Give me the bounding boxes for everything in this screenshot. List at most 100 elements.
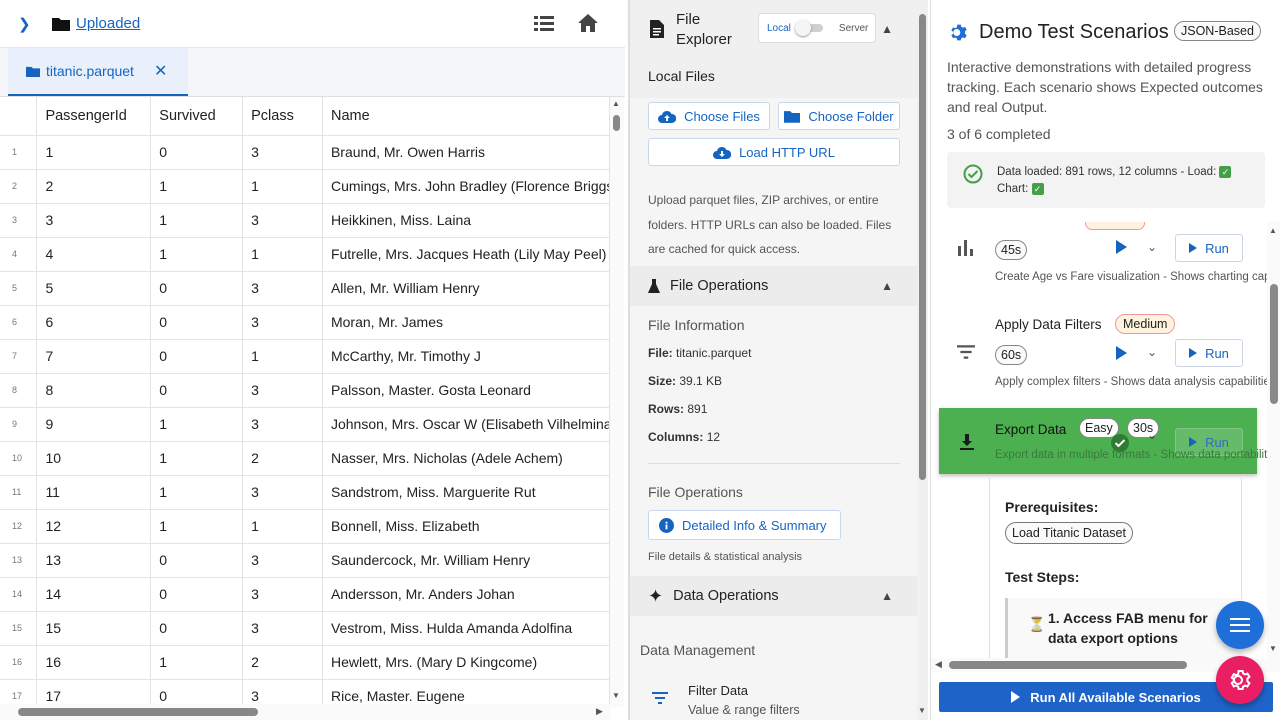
cell-survived[interactable]: 0 [150,339,244,374]
cell-survived[interactable]: 0 [150,611,244,646]
cell-passengerid[interactable]: 2 [36,169,152,204]
cell-survived[interactable]: 0 [150,679,244,705]
cell-pclass[interactable]: 3 [242,611,323,646]
scroll-down-icon[interactable]: ▼ [918,706,926,715]
table-row[interactable]: 14 14 0 3 Andersson, Mr. Anders Johan [0,577,610,612]
table-row[interactable]: 3 3 1 3 Heikkinen, Miss. Laina [0,203,610,238]
chevron-up-icon[interactable]: ▲ [881,589,893,603]
cell-name[interactable]: Nasser, Mrs. Nicholas (Adele Achem) [322,441,610,476]
vertical-scrollbar[interactable]: ▼ [917,0,928,720]
table-row[interactable]: 5 5 0 3 Allen, Mr. William Henry [0,271,610,306]
cell-survived[interactable]: 0 [150,305,244,340]
cell-survived[interactable]: 1 [150,407,244,442]
cell-survived[interactable]: 0 [150,271,244,306]
table-row[interactable]: 13 13 0 3 Saundercock, Mr. William Henry [0,543,610,578]
cell-passengerid[interactable]: 17 [36,679,152,705]
table-row[interactable]: 2 2 1 1 Cumings, Mrs. John Bradley (Florence… [0,169,610,204]
close-icon[interactable]: ✕ [154,61,167,81]
scroll-left-icon[interactable]: ◀ [935,659,942,670]
local-server-toggle[interactable]: Local Server [758,13,876,43]
cell-survived[interactable]: 1 [150,203,244,238]
cell-name[interactable]: Andersson, Mr. Anders Johan [322,577,610,612]
toggle-switch[interactable] [794,20,823,36]
chevron-down-icon[interactable]: ⌄ [1147,428,1157,442]
table-row[interactable]: 1 1 0 3 Braund, Mr. Owen Harris [0,135,610,170]
cell-name[interactable]: McCarthy, Mr. Timothy J [322,339,610,374]
cell-passengerid[interactable]: 14 [36,577,152,612]
run-button[interactable]: Run [1175,234,1243,262]
cell-name[interactable]: Heikkinen, Miss. Laina [322,203,610,238]
cell-passengerid[interactable]: 6 [36,305,152,340]
cell-survived[interactable]: 1 [150,645,244,680]
filter-data-item[interactable]: Filter Data Value & range filters [630,672,917,720]
scrollbar-thumb[interactable] [919,14,926,480]
scrollbar-thumb[interactable] [949,661,1187,669]
column-header[interactable]: Survived [150,97,244,136]
cell-name[interactable]: Sandstrom, Miss. Marguerite Rut [322,475,610,510]
play-icon[interactable] [1116,240,1127,254]
home-icon[interactable] [577,13,599,33]
scroll-down-icon[interactable]: ▼ [1269,644,1277,653]
cell-name[interactable]: Palsson, Master. Gosta Leonard [322,373,610,408]
run-button[interactable]: Run [1175,339,1243,367]
cell-pclass[interactable]: 2 [242,441,323,476]
cell-pclass[interactable]: 3 [242,475,323,510]
tab-titanic[interactable]: titanic.parquet ✕ [8,48,188,96]
cell-survived[interactable]: 1 [150,509,244,544]
detailed-info-button[interactable]: Detailed Info & Summary [648,510,841,540]
cell-pclass[interactable]: 1 [242,509,323,544]
table-row[interactable]: 7 7 0 1 McCarthy, Mr. Timothy J [0,339,610,374]
table-row[interactable]: 8 8 0 3 Palsson, Master. Gosta Leonard [0,373,610,408]
scroll-right-icon[interactable]: ▶ [596,706,603,717]
cell-pclass[interactable]: 3 [242,577,323,612]
cell-pclass[interactable]: 3 [242,543,323,578]
cell-passengerid[interactable]: 8 [36,373,152,408]
cell-name[interactable]: Braund, Mr. Owen Harris [322,135,610,170]
cell-survived[interactable]: 0 [150,577,244,612]
cell-name[interactable]: Moran, Mr. James [322,305,610,340]
scroll-down-icon[interactable]: ▼ [612,691,620,700]
cell-passengerid[interactable]: 1 [36,135,152,170]
cell-survived[interactable]: 0 [150,543,244,578]
cell-name[interactable]: Bonnell, Miss. Elizabeth [322,509,610,544]
table-row[interactable]: 11 11 1 3 Sandstrom, Miss. Marguerite Rut [0,475,610,510]
cell-pclass[interactable]: 3 [242,407,323,442]
table-row[interactable]: 9 9 1 3 Johnson, Mrs. Oscar W (Elisabeth Vil… [0,407,610,442]
chevron-down-icon[interactable]: ⌄ [1147,240,1157,254]
cell-passengerid[interactable]: 5 [36,271,152,306]
scrollbar-thumb[interactable] [1270,284,1278,404]
cell-pclass[interactable]: 1 [242,237,323,272]
cell-name[interactable]: Allen, Mr. William Henry [322,271,610,306]
table-row[interactable]: 16 16 1 2 Hewlett, Mrs. (Mary D Kingcome) [0,645,610,680]
table-row[interactable]: 12 12 1 1 Bonnell, Miss. Elizabeth [0,509,610,544]
scrollbar-thumb[interactable] [613,115,620,131]
cell-survived[interactable]: 1 [150,169,244,204]
chevron-up-icon[interactable]: ▲ [881,279,893,293]
list-view-icon[interactable] [534,15,554,33]
load-http-url-button[interactable]: Load HTTP URL [648,138,900,166]
cell-passengerid[interactable]: 10 [36,441,152,476]
column-header[interactable]: Name [322,97,610,136]
cell-passengerid[interactable]: 3 [36,203,152,238]
cell-pclass[interactable]: 3 [242,373,323,408]
column-header[interactable]: PassengerId [36,97,152,136]
fab-menu-button[interactable] [1216,601,1264,649]
cell-passengerid[interactable]: 13 [36,543,152,578]
vertical-scrollbar[interactable]: ▲ ▼ [610,97,624,707]
cell-pclass[interactable]: 2 [242,645,323,680]
cell-passengerid[interactable]: 7 [36,339,152,374]
chevron-right-icon[interactable]: ❯ [18,15,38,33]
cell-pclass[interactable]: 1 [242,339,323,374]
vertical-scrollbar[interactable]: ▲ ▼ [1267,222,1280,658]
cell-pclass[interactable]: 3 [242,203,323,238]
cell-passengerid[interactable]: 9 [36,407,152,442]
cell-name[interactable]: Cumings, Mrs. John Bradley (Florence Bri… [322,169,610,204]
scroll-up-icon[interactable]: ▲ [1269,226,1277,235]
table-row[interactable]: 4 4 1 1 Futrelle, Mrs. Jacques Heath (Lily M… [0,237,610,272]
table-row[interactable]: 17 17 0 3 Rice, Master. Eugene [0,679,610,705]
file-operations-header[interactable]: File Operations ▲ [630,266,917,306]
cell-survived[interactable]: 0 [150,135,244,170]
scroll-up-icon[interactable]: ▲ [612,99,620,108]
cell-survived[interactable]: 1 [150,475,244,510]
table-row[interactable]: 10 10 1 2 Nasser, Mrs. Nicholas (Adele Achem… [0,441,610,476]
